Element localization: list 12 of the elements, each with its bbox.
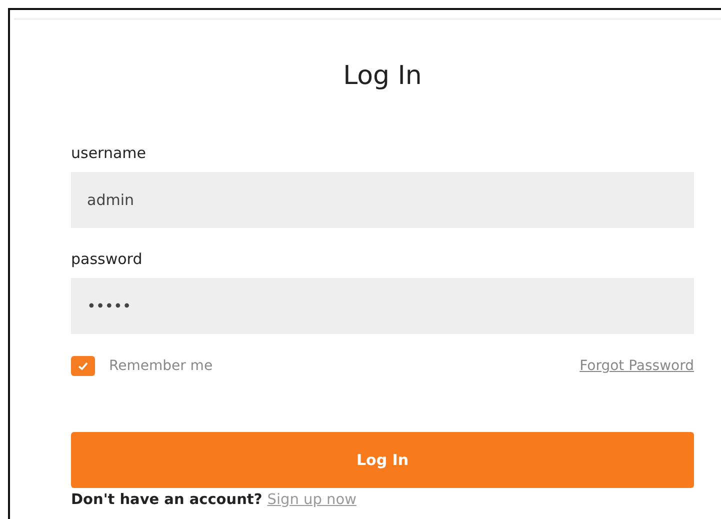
check-icon <box>77 360 89 372</box>
forgot-password-link[interactable]: Forgot Password <box>580 358 694 374</box>
login-title: Log In <box>342 60 423 93</box>
signup-link[interactable]: Sign up now <box>267 492 356 508</box>
login-button[interactable]: Log In <box>71 432 694 488</box>
checkbox[interactable] <box>71 356 95 376</box>
input-field[interactable]: ••••• <box>71 278 694 334</box>
remember-label: Remember me <box>109 358 213 374</box>
signup-prompt: Don't have an account? <box>71 492 262 508</box>
input-field[interactable]: admin <box>71 172 694 228</box>
field-label: password <box>71 250 144 270</box>
field-label: username <box>71 144 147 164</box>
